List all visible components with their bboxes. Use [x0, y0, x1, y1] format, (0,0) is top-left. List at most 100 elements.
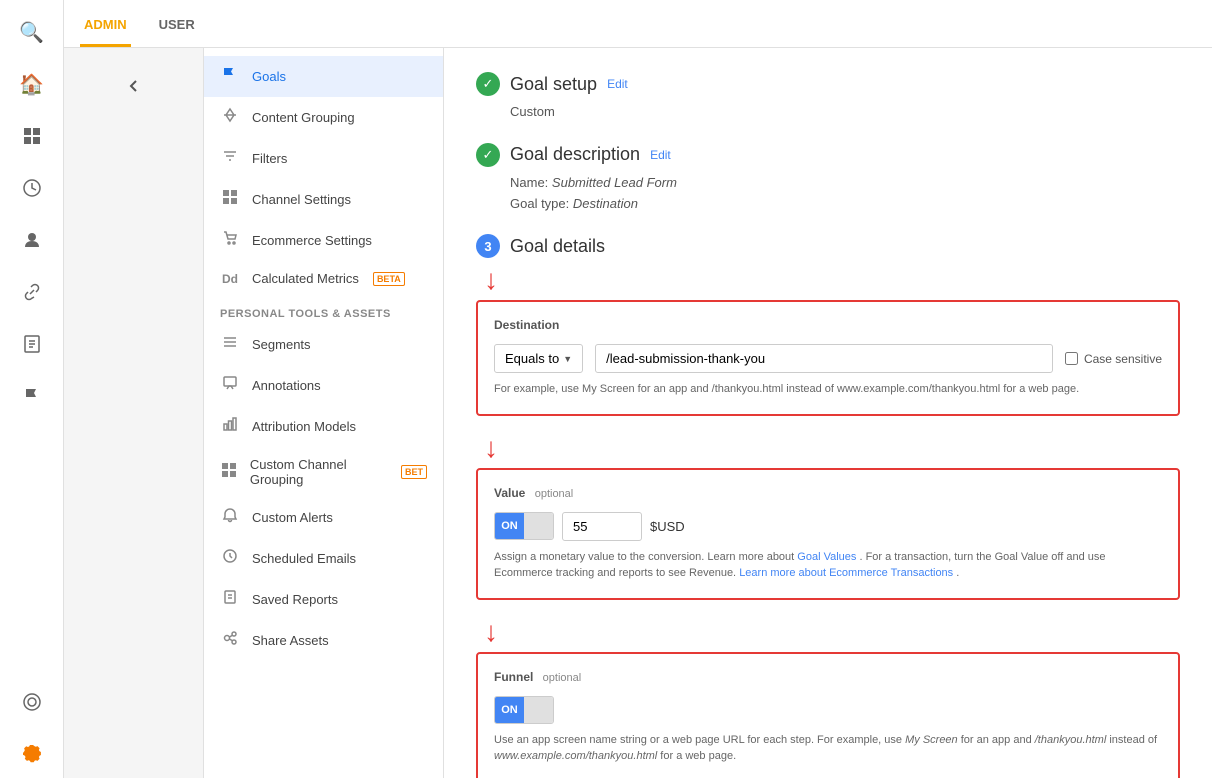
value-hint-link2[interactable]: Learn more about Ecommerce Transactions — [739, 567, 953, 579]
goal-details-title: Goal details — [510, 236, 605, 257]
goal-details-number: 3 — [476, 234, 500, 258]
custom-channel-grouping-label: Custom Channel Grouping — [250, 457, 387, 487]
nav-item-custom-alerts[interactable]: Custom Alerts — [204, 497, 443, 538]
home-icon[interactable]: 🏠 — [8, 60, 56, 108]
dashboard-icon[interactable] — [8, 112, 56, 160]
goal-description-check: ✓ — [476, 143, 500, 167]
value-label: Value optional — [494, 486, 1162, 500]
user-icon[interactable] — [8, 216, 56, 264]
nav-item-segments[interactable]: Segments — [204, 324, 443, 365]
value-hint-text3: . — [956, 567, 959, 579]
funnel-label: Funnel optional — [494, 670, 1162, 684]
goal-setup-edit[interactable]: Edit — [607, 77, 628, 91]
flag-icon[interactable] — [8, 372, 56, 420]
nav-item-annotations[interactable]: Annotations — [204, 365, 443, 406]
nav-item-share-assets[interactable]: Share Assets — [204, 620, 443, 661]
share-assets-label: Share Assets — [252, 633, 329, 648]
nav-menu: Goals Content Grouping Filters Channel S… — [204, 48, 444, 778]
goal-description-section: ✓ Goal description Edit Name: Submitted … — [476, 143, 1180, 215]
goals-nav-label: Goals — [252, 69, 286, 84]
content-grouping-label: Content Grouping — [252, 110, 355, 125]
goal-description-edit[interactable]: Edit — [650, 148, 671, 162]
funnel-box: Funnel optional ON Use an app screen nam… — [476, 652, 1180, 778]
channel-settings-icon — [220, 189, 240, 210]
goal-setup-section: ✓ Goal setup Edit Custom — [476, 72, 1180, 123]
value-row: ON $USD — [494, 512, 1162, 541]
value-box: Value optional ON $USD Assign a monetary… — [476, 468, 1180, 600]
icon-sidebar: 🔍 🏠 — [0, 0, 64, 778]
value-toggle[interactable]: ON — [494, 512, 554, 540]
nav-item-goals[interactable]: Goals — [204, 56, 443, 97]
funnel-hint: Use an app screen name string or a web p… — [494, 732, 1162, 765]
target-icon[interactable] — [8, 678, 56, 726]
toggle-off — [524, 513, 553, 539]
value-optional: optional — [535, 488, 574, 500]
funnel-toggle-row: ON — [494, 696, 1162, 724]
annotations-label: Annotations — [252, 378, 321, 393]
back-arrow-button[interactable] — [116, 68, 152, 104]
custom-channel-grouping-badge: BET — [401, 465, 427, 479]
clock-icon[interactable] — [8, 164, 56, 212]
type-value: Destination — [573, 196, 638, 211]
custom-channel-grouping-icon — [220, 462, 238, 483]
funnel-toggle-off — [524, 697, 553, 723]
filters-label: Filters — [252, 151, 287, 166]
tab-user[interactable]: USER — [155, 17, 199, 47]
personal-tools-header: PERSONAL TOOLS & ASSETS — [204, 296, 443, 324]
case-sensitive-label: Case sensitive — [1084, 352, 1162, 366]
arrow-1: ↓ — [476, 264, 1180, 296]
nav-item-ecommerce-settings[interactable]: Ecommerce Settings — [204, 220, 443, 261]
value-hint-link1[interactable]: Goal Values — [797, 551, 856, 563]
report-icon[interactable] — [8, 320, 56, 368]
case-sensitive-checkbox[interactable] — [1065, 352, 1078, 365]
attribution-models-label: Attribution Models — [252, 419, 356, 434]
search-icon[interactable]: 🔍 — [8, 8, 56, 56]
link-icon[interactable] — [8, 268, 56, 316]
main-panel: ✓ Goal setup Edit Custom ✓ Goal descript… — [444, 48, 1212, 778]
goal-setup-title: Goal setup — [510, 74, 597, 95]
destination-hint: For example, use My Screen for an app an… — [494, 381, 1162, 398]
goal-description-title: Goal description — [510, 144, 640, 165]
type-label: Goal type: — [510, 196, 569, 211]
goal-setup-subtitle: Custom — [476, 102, 1180, 123]
tab-admin[interactable]: ADMIN — [80, 17, 131, 47]
value-amount-input[interactable] — [562, 512, 642, 541]
nav-item-channel-settings[interactable]: Channel Settings — [204, 179, 443, 220]
content-grouping-icon — [220, 107, 240, 128]
nav-item-calculated-metrics[interactable]: Dd Calculated Metrics BETA — [204, 261, 443, 296]
goal-description-subtitle: Name: Submitted Lead Form Goal type: Des… — [476, 173, 1180, 215]
attribution-models-icon — [220, 416, 240, 437]
funnel-toggle-on: ON — [495, 697, 524, 723]
share-assets-icon — [220, 630, 240, 651]
nav-item-content-grouping[interactable]: Content Grouping — [204, 97, 443, 138]
name-value: Submitted Lead Form — [552, 175, 677, 190]
ecommerce-settings-label: Ecommerce Settings — [252, 233, 372, 248]
destination-label: Destination — [494, 318, 1162, 332]
top-nav: ADMIN USER — [64, 0, 1212, 48]
destination-row: Equals to Case sensitive — [494, 344, 1162, 373]
nav-item-saved-reports[interactable]: Saved Reports — [204, 579, 443, 620]
goal-description-header: ✓ Goal description Edit — [476, 143, 1180, 167]
toggle-on: ON — [495, 513, 524, 539]
calculated-metrics-label: Calculated Metrics — [252, 271, 359, 286]
segments-label: Segments — [252, 337, 311, 352]
annotations-icon — [220, 375, 240, 396]
equals-to-select[interactable]: Equals to — [494, 344, 583, 373]
destination-url-input[interactable] — [595, 344, 1053, 373]
saved-reports-icon — [220, 589, 240, 610]
nav-item-scheduled-emails[interactable]: Scheduled Emails — [204, 538, 443, 579]
nav-item-custom-channel-grouping[interactable]: Custom Channel Grouping BET — [204, 447, 443, 497]
nav-item-filters[interactable]: Filters — [204, 138, 443, 179]
value-hint: Assign a monetary value to the conversio… — [494, 549, 1162, 582]
scheduled-emails-label: Scheduled Emails — [252, 551, 356, 566]
secondary-sidebar — [64, 48, 204, 778]
ecommerce-settings-icon — [220, 230, 240, 251]
arrow-2: ↓ — [476, 432, 1180, 464]
goal-details-header: 3 Goal details — [476, 234, 1180, 258]
channel-settings-label: Channel Settings — [252, 192, 351, 207]
settings-icon[interactable] — [8, 730, 56, 778]
nav-item-attribution-models[interactable]: Attribution Models — [204, 406, 443, 447]
funnel-toggle[interactable]: ON — [494, 696, 554, 724]
arrow-3: ↓ — [476, 616, 1180, 648]
segments-icon — [220, 334, 240, 355]
